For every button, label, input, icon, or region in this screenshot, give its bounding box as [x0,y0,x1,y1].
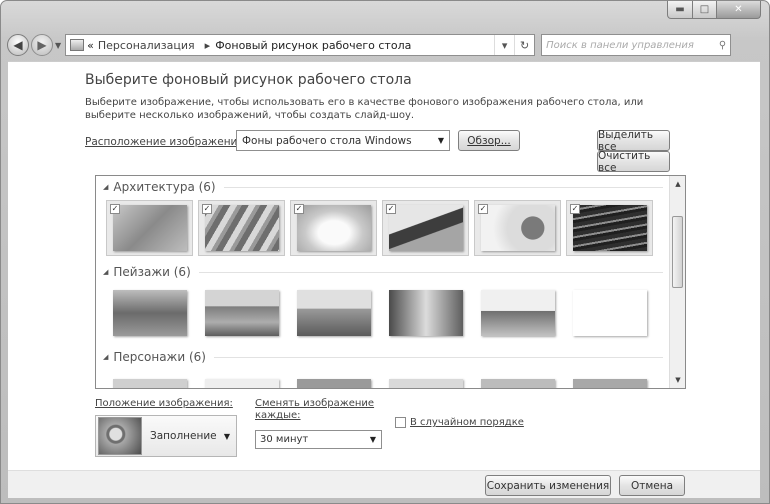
back-button[interactable]: ◀ [7,34,29,56]
wallpaper-thumbnail[interactable] [474,285,561,341]
group-header-characters[interactable]: ◢ Персонажи (6) [103,350,663,364]
search-placeholder: Поиск в панели управления [546,39,694,51]
wallpaper-checkbox[interactable]: ✓ [386,204,396,214]
position-value: Заполнение [150,430,217,442]
wallpaper-checkbox[interactable]: ✓ [478,204,488,214]
close-button[interactable]: ✕ [717,1,761,19]
wallpaper-checkbox[interactable]: ✓ [294,204,304,214]
wallpaper-thumbnail[interactable] [106,374,193,388]
wallpaper-checkbox[interactable]: ✓ [570,204,580,214]
address-dropdown-icon[interactable]: ▾ [494,35,514,55]
thumbnail-row-characters [106,374,658,388]
control-panel-icon [70,39,85,51]
wallpaper-thumbnail[interactable] [474,374,561,388]
wallpaper-thumbnail[interactable] [106,285,193,341]
maximize-button[interactable]: □ [693,1,717,19]
breadcrumb-personalization[interactable]: Персонализация [98,39,195,52]
minimize-button[interactable]: ▬ [667,1,693,19]
wallpaper-checkbox[interactable]: ✓ [110,204,120,214]
scroll-thumb[interactable] [672,216,683,288]
forward-arrow-icon: ▶ [37,38,47,52]
cancel-button[interactable]: Отмена [619,475,685,496]
wallpaper-thumbnail[interactable]: ✓ [566,200,653,256]
thumbnail-row-architecture: ✓ ✓ ✓ ✓ ✓ ✓ [106,200,658,256]
wallpaper-checkbox[interactable]: ✓ [202,204,212,214]
page-title: Выберите фоновый рисунок рабочего стола [85,72,412,88]
caption-buttons: ▬ □ ✕ [667,1,761,19]
scroll-down-icon[interactable]: ▼ [670,372,685,388]
select-all-button[interactable]: Выделить все [597,129,670,153]
collapse-triangle-icon[interactable]: ◢ [103,268,108,276]
refresh-icon[interactable]: ↻ [514,35,534,55]
group-header-landscapes[interactable]: ◢ Пейзажи (6) [103,265,663,279]
location-value: Фоны рабочего стола Windows [242,134,412,147]
collapse-triangle-icon[interactable]: ◢ [103,183,108,191]
wallpaper-thumbnail[interactable] [382,285,469,341]
thumbnail-row-landscapes [106,285,658,341]
chevron-down-icon: ▼ [369,435,377,444]
wallpaper-thumbnail[interactable]: ✓ [106,200,193,256]
collapse-triangle-icon[interactable]: ◢ [103,353,108,361]
position-label: Положение изображения: [95,398,233,409]
wallpaper-thumbnail[interactable] [382,374,469,388]
address-row: ◀ ▶ ▼ « Персонализация ▸ Фоновый рисунок… [7,32,763,58]
clear-all-button[interactable]: Очистить все [597,150,670,174]
location-label: Расположение изображения: [85,136,248,148]
wallpaper-thumbnail[interactable] [566,285,653,341]
location-select[interactable]: Фоны рабочего стола Windows ▼ [236,130,450,151]
interval-select[interactable]: 30 минут ▼ [255,430,382,449]
wallpaper-thumbnail[interactable]: ✓ [198,200,285,256]
wallpaper-thumbnail[interactable] [566,374,653,388]
page-description: Выберите изображение, чтобы использовать… [85,97,644,121]
shuffle-checkbox[interactable]: В случайном порядке [395,417,524,428]
wallpaper-thumbnail[interactable]: ✓ [474,200,561,256]
save-changes-button[interactable]: Сохранить изменения [485,475,611,496]
group-header-architecture[interactable]: ◢ Архитектура (6) [103,180,663,194]
scroll-up-icon[interactable]: ▲ [670,176,685,192]
wallpaper-gallery[interactable]: ◢ Архитектура (6) ✓ ✓ ✓ ✓ ✓ ✓ ◢ Пейзажи … [95,175,686,389]
interval-value: 30 минут [260,434,309,445]
breadcrumb-overflow[interactable]: « [87,39,94,52]
position-select[interactable]: Заполнение ▼ [95,415,237,457]
interval-label: Сменять изображение каждые: [255,398,375,421]
wallpaper-thumbnail[interactable] [290,285,377,341]
forward-button[interactable]: ▶ [31,34,53,56]
gallery-scrollbar[interactable]: ▲ ▼ [669,176,685,388]
shuffle-label: В случайном порядке [410,417,524,428]
position-preview-image [98,417,142,455]
search-icon[interactable]: ⚲ [719,40,726,51]
wallpaper-thumbnail[interactable]: ✓ [290,200,377,256]
breadcrumb-separator-icon[interactable]: ▸ [205,39,211,52]
back-arrow-icon: ◀ [13,38,23,52]
browse-button[interactable]: Обзор... [458,130,520,151]
shuffle-checkbox-box[interactable] [395,417,406,428]
address-bar[interactable]: « Персонализация ▸ Фоновый рисунок рабоч… [65,34,536,56]
wallpaper-thumbnail[interactable] [198,285,285,341]
recent-pages-dropdown-icon[interactable]: ▼ [55,41,61,50]
chevron-down-icon: ▼ [437,136,445,145]
wallpaper-thumbnail[interactable]: ✓ [382,200,469,256]
chevron-down-icon: ▼ [223,431,230,441]
wallpaper-thumbnail[interactable] [290,374,377,388]
wallpaper-thumbnail[interactable] [198,374,285,388]
breadcrumb-desktop-background[interactable]: Фоновый рисунок рабочего стола [215,39,411,52]
search-input[interactable]: Поиск в панели управления ⚲ [541,34,732,56]
